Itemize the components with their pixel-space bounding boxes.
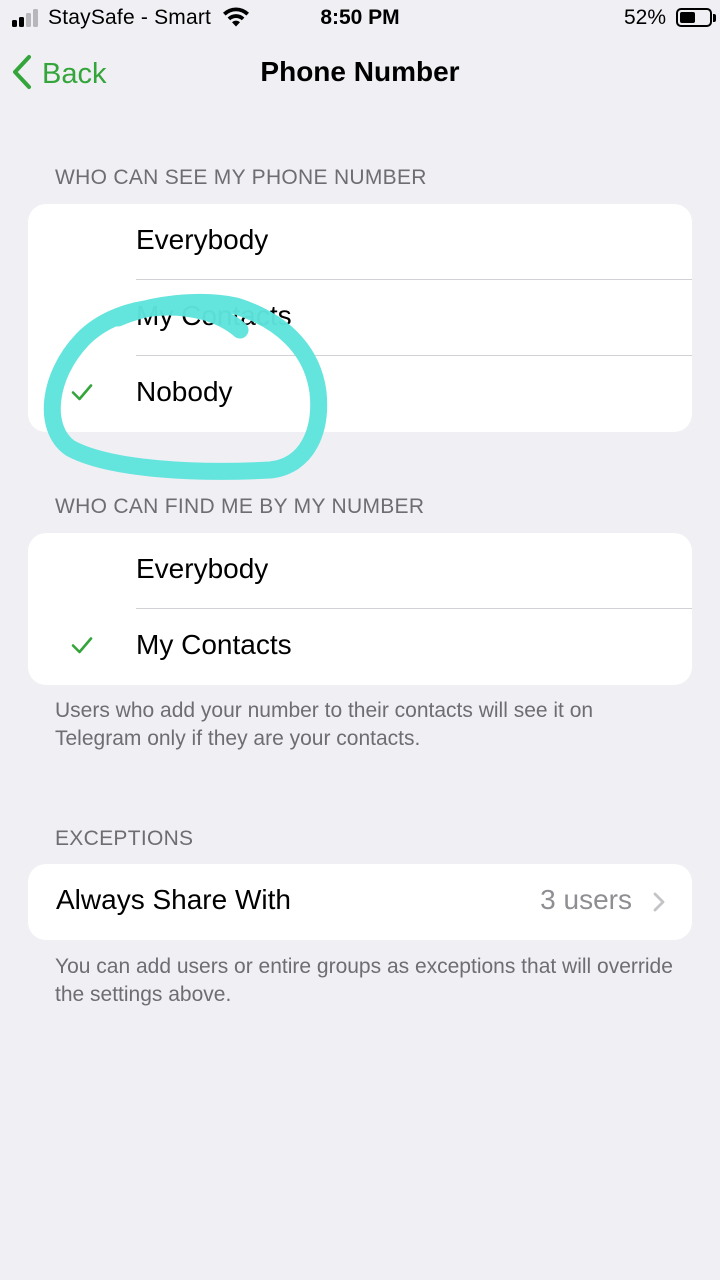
always-share-label: Always Share With [56, 884, 291, 915]
option-label: My Contacts [136, 629, 292, 660]
navigation-bar: Back Phone Number [0, 36, 720, 112]
option-see-nobody[interactable]: Nobody [28, 356, 692, 432]
option-label: Nobody [136, 376, 233, 407]
option-see-my-contacts[interactable]: My Contacts [28, 280, 692, 356]
section-header-who-can-find: WHO CAN FIND ME BY MY NUMBER [55, 495, 425, 518]
exceptions-card: Always Share With 3 users [28, 864, 692, 940]
option-see-everybody[interactable]: Everybody [28, 204, 692, 280]
always-share-count: 3 users [540, 884, 632, 915]
page-title: Phone Number [260, 56, 460, 87]
section-header-who-can-see: WHO CAN SEE MY PHONE NUMBER [55, 166, 427, 189]
always-share-with-row[interactable]: Always Share With 3 users [28, 864, 692, 940]
battery-level-fill [680, 12, 695, 23]
battery-percent: 52% [623, 6, 666, 29]
option-find-everybody[interactable]: Everybody [28, 533, 692, 609]
option-find-my-contacts[interactable]: My Contacts [28, 609, 692, 685]
clock: 8:50 PM [320, 6, 400, 29]
who-can-see-card: Everybody My Contacts Nobody [28, 204, 692, 432]
who-can-find-card: Everybody My Contacts [28, 533, 692, 685]
checkmark-icon [70, 635, 94, 660]
battery-cap [713, 14, 716, 22]
option-label: Everybody [136, 224, 269, 255]
status-bar: StaySafe - Smart 8:50 PM 52% [0, 0, 720, 36]
chevron-right-icon [652, 891, 666, 918]
battery-icon [676, 8, 712, 27]
find-section-footer: Users who add your number to their conta… [55, 699, 594, 750]
exceptions-footer: You can add users or entire groups as ex… [55, 955, 673, 1006]
section-header-exceptions: EXCEPTIONS [55, 827, 194, 850]
checkmark-icon [70, 382, 94, 407]
option-label: Everybody [136, 553, 269, 584]
option-label: My Contacts [136, 300, 292, 331]
